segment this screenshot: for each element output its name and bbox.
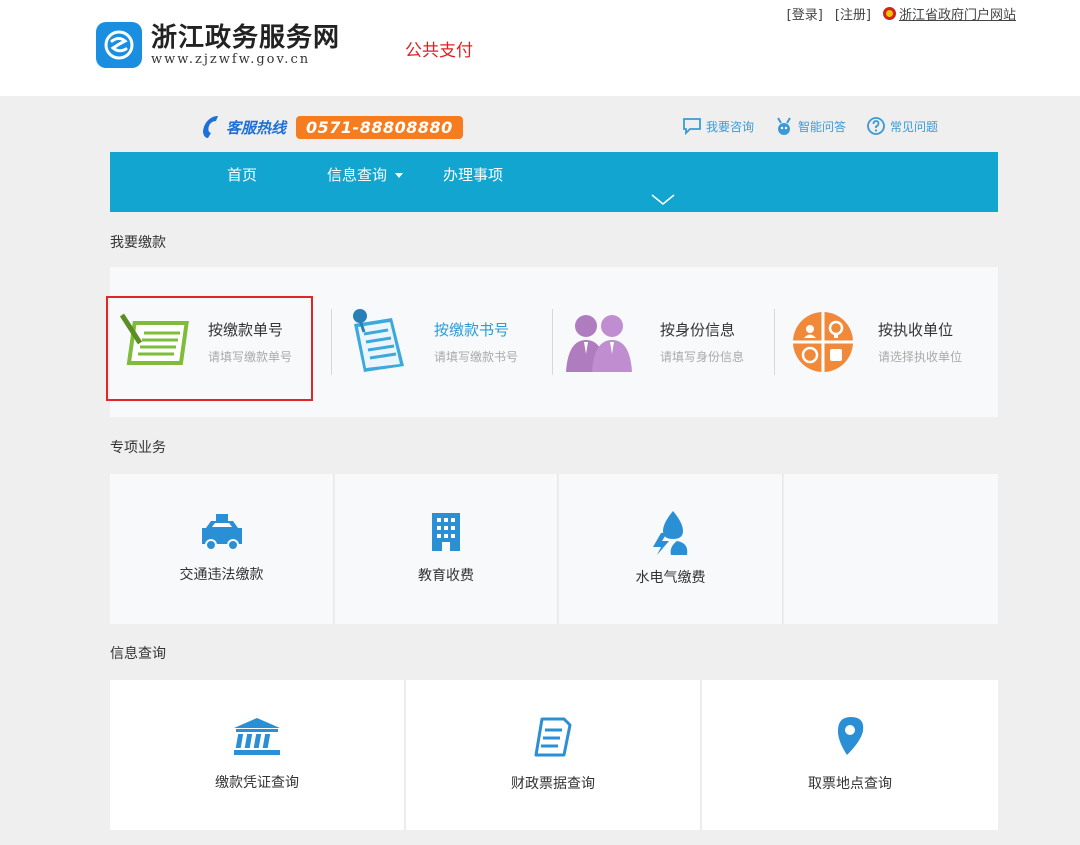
payment-voucher-query-label: 缴款凭证查询 bbox=[215, 775, 299, 791]
robot-icon bbox=[777, 117, 791, 135]
site-url: www.zjzwfw.gov.cn bbox=[151, 52, 311, 67]
hotline: 客服热线 0571-88808880 bbox=[200, 114, 463, 140]
fiscal-receipt-query-label: 财政票据查询 bbox=[511, 776, 595, 792]
ticket-location-query-label: 取票地点查询 bbox=[808, 776, 892, 792]
pay-by-unit-title: 按执收单位 bbox=[878, 321, 954, 339]
utility-fee-tile[interactable]: 水电气缴费 bbox=[559, 474, 783, 624]
header: 浙江政务服务网 www.zjzwfw.gov.cn 公共支付 [登录] [注册]… bbox=[0, 0, 1080, 96]
question-icon bbox=[867, 117, 885, 135]
traffic-fine-tile[interactable]: 交通违法缴款 bbox=[110, 474, 334, 624]
chat-icon bbox=[683, 118, 701, 135]
nav-handle[interactable]: 办理事项 bbox=[443, 164, 503, 185]
portal-link-label: 浙江省政府门户网站 bbox=[898, 8, 1016, 23]
register-link[interactable]: [注册] bbox=[835, 4, 871, 23]
pay-by-identity-title: 按身份信息 bbox=[660, 321, 736, 339]
special-section-title: 专项业务 bbox=[110, 440, 166, 456]
building-icon bbox=[432, 513, 460, 551]
bank-icon bbox=[234, 718, 280, 755]
traffic-fine-label: 交通违法缴款 bbox=[179, 567, 264, 583]
top-links: [登录] [注册] 浙江省政府门户网站 bbox=[787, 4, 1016, 23]
nav-info-query[interactable]: 信息查询 bbox=[327, 164, 404, 185]
people-icon bbox=[566, 315, 632, 372]
divider bbox=[552, 309, 553, 375]
consult-label: 我要咨询 bbox=[706, 119, 755, 134]
nav-info-query-label: 信息查询 bbox=[327, 166, 388, 184]
utility-fee-label: 水电气缴费 bbox=[635, 570, 706, 586]
pay-by-notice-no-sub: 请填写缴款书号 bbox=[434, 350, 519, 364]
pinned-document-icon bbox=[353, 309, 404, 372]
pay-section-title: 我要缴款 bbox=[110, 235, 166, 251]
info-section-title: 信息查询 bbox=[110, 646, 166, 662]
main-nav: 首页 信息查询 办理事项 bbox=[110, 152, 998, 212]
pay-by-identity[interactable]: 按身份信息 请填写身份信息 bbox=[566, 267, 744, 417]
location-pin-icon bbox=[837, 717, 864, 755]
taxi-icon bbox=[201, 514, 242, 551]
pay-by-notice-no[interactable]: 按缴款书号 请填写缴款书号 bbox=[346, 267, 518, 417]
hotline-number: 0571-88808880 bbox=[296, 115, 463, 139]
pay-by-unit-sub: 请选择执收单位 bbox=[878, 350, 963, 364]
caret-down-icon bbox=[395, 173, 404, 178]
pay-by-unit[interactable]: 按执收单位 请选择执收单位 bbox=[792, 267, 962, 417]
pay-by-identity-sub: 请填写身份信息 bbox=[660, 350, 745, 364]
ticket-location-query-tile[interactable]: 取票地点查询 bbox=[702, 680, 998, 830]
payment-voucher-query-tile[interactable]: 缴款凭证查询 bbox=[110, 680, 405, 830]
page-title: 公共支付 bbox=[405, 41, 473, 61]
pay-by-notice-no-title: 按缴款书号 bbox=[434, 321, 510, 339]
fiscal-receipt-query-tile[interactable]: 财政票据查询 bbox=[406, 680, 701, 830]
portal-link[interactable]: 浙江省政府门户网站 bbox=[882, 4, 1016, 23]
faq-link[interactable]: 常见问题 bbox=[866, 116, 938, 136]
logo-icon bbox=[96, 22, 142, 68]
login-link[interactable]: [登录] bbox=[787, 4, 823, 23]
hotline-label: 客服热线 bbox=[226, 118, 287, 137]
education-fee-tile[interactable]: 教育收费 bbox=[335, 474, 558, 624]
chevron-down-icon[interactable] bbox=[651, 194, 675, 206]
utility-icon bbox=[652, 511, 687, 555]
education-fee-label: 教育收费 bbox=[418, 568, 474, 584]
nav-home[interactable]: 首页 bbox=[227, 164, 257, 185]
help-links: 我要咨询 智能问答 常见问题 bbox=[682, 116, 938, 136]
consult-link[interactable]: 我要咨询 bbox=[682, 117, 754, 135]
highlight-box bbox=[106, 296, 313, 401]
site-logo[interactable]: 浙江政务服务网 www.zjzwfw.gov.cn bbox=[96, 22, 340, 68]
divider bbox=[774, 309, 775, 375]
unit-circle-icon bbox=[793, 312, 853, 372]
empty-tile bbox=[784, 474, 998, 624]
phone-icon bbox=[203, 116, 218, 138]
national-emblem-icon bbox=[882, 7, 896, 20]
smart-qa-label: 智能问答 bbox=[798, 119, 847, 134]
site-name: 浙江政务服务网 bbox=[151, 23, 341, 53]
divider bbox=[331, 309, 332, 375]
receipt-icon bbox=[534, 717, 572, 757]
smart-qa-link[interactable]: 智能问答 bbox=[774, 116, 846, 136]
faq-label: 常见问题 bbox=[890, 119, 939, 134]
